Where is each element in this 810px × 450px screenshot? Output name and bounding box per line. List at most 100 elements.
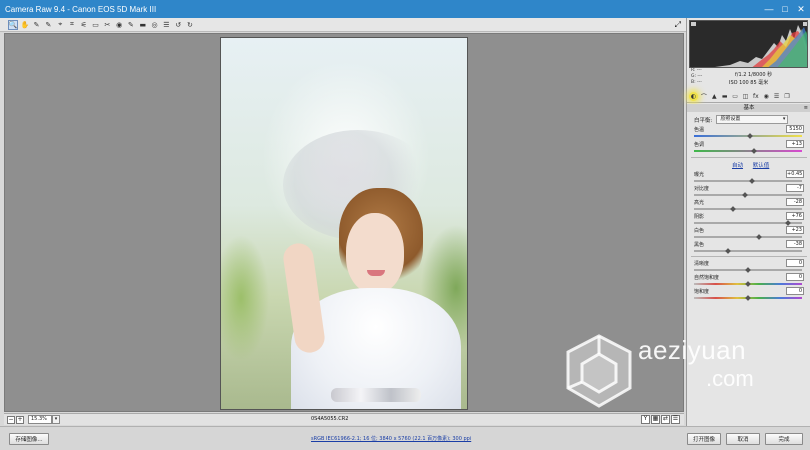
zoom-tool-icon[interactable]: 🔍: [8, 19, 18, 30]
slider-label: 阴影: [694, 214, 705, 220]
window-title: Camera Raw 9.4 - Canon EOS 5D Mark III: [5, 4, 157, 14]
slider-label: 对比度: [694, 186, 710, 192]
transform-tool-icon[interactable]: ▭: [91, 20, 101, 30]
slider-label: 饱和度: [694, 289, 710, 295]
camera-calibration-tab-icon[interactable]: ◉: [762, 92, 771, 101]
before-after-icon[interactable]: ▦: [651, 415, 660, 424]
slider-track[interactable]: [694, 250, 802, 252]
fullscreen-icon[interactable]: ⤢: [675, 20, 681, 30]
slider-thumb[interactable]: [742, 192, 748, 198]
slider-value-input[interactable]: 0: [786, 259, 804, 267]
slider-label: 白色: [694, 228, 705, 234]
tone-curve-tab-icon[interactable]: ⌒: [699, 92, 708, 101]
logo-cube-icon: [566, 334, 632, 408]
section-header: 基本 ≡: [687, 104, 810, 112]
file-name: 0S4A5055.CR2: [311, 416, 349, 422]
close-button[interactable]: ✕: [794, 2, 808, 16]
basic-tab-icon[interactable]: ◐: [689, 91, 698, 101]
slider-value-input[interactable]: -7: [786, 184, 804, 192]
rotate-ccw-icon[interactable]: ↺: [173, 20, 183, 30]
photo-preview[interactable]: [220, 37, 468, 410]
slider-label: 曝光: [694, 172, 705, 178]
done-button[interactable]: 完成: [765, 433, 803, 445]
lens-tab-icon[interactable]: ◫: [741, 92, 750, 101]
zoom-dropdown[interactable]: ▾: [52, 415, 60, 424]
rotate-cw-icon[interactable]: ↻: [185, 20, 195, 30]
slider-label: 色温: [694, 127, 705, 133]
detail-tab-icon[interactable]: ▲: [710, 92, 719, 101]
slider-value-input[interactable]: +0.45: [786, 170, 804, 178]
slider-label: 色调: [694, 142, 705, 148]
presets-tab-icon[interactable]: ☰: [772, 92, 781, 101]
red-eye-tool-icon[interactable]: ◉: [114, 20, 124, 30]
zoom-level[interactable]: 15.3%: [28, 415, 52, 424]
slider-thumb[interactable]: [784, 220, 791, 226]
slider-shadows[interactable]: 阴影 +76: [694, 212, 808, 227]
hsl-tab-icon[interactable]: ▬: [720, 92, 729, 101]
split-toning-tab-icon[interactable]: ▭: [731, 92, 740, 101]
slider-track[interactable]: [694, 150, 802, 152]
status-row: − + 15.3% ▾ 0S4A5055.CR2 Y ▦ ⇄ ☰: [4, 413, 684, 425]
preferences-icon[interactable]: ☰: [161, 20, 171, 30]
slider-exposure[interactable]: 曝光 +0.45: [694, 170, 808, 185]
swap-icon[interactable]: ⇄: [661, 415, 670, 424]
slider-track[interactable]: [694, 208, 802, 210]
section-menu-icon[interactable]: ≡: [804, 104, 808, 112]
white-balance-tool-icon[interactable]: ✎: [32, 20, 42, 30]
white-balance-select[interactable]: 原照设置 ▾: [716, 115, 789, 124]
watermark-logo: aeziyuan .com: [566, 332, 806, 412]
crop-tool-icon[interactable]: ⌗: [67, 20, 77, 30]
cancel-button[interactable]: 取消: [726, 433, 760, 445]
open-image-button[interactable]: 打开图像: [687, 433, 721, 445]
slider-tint[interactable]: 色调 +13: [694, 140, 808, 155]
adjustment-brush-tool-icon[interactable]: ✎: [126, 20, 136, 30]
color-sampler-tool-icon[interactable]: ✎: [43, 20, 53, 30]
photo-belt: [331, 388, 421, 402]
slider-value-input[interactable]: -38: [786, 240, 804, 248]
zoom-out-button[interactable]: −: [7, 415, 15, 424]
radial-filter-tool-icon[interactable]: ◎: [150, 20, 160, 30]
slider-track[interactable]: [694, 236, 802, 238]
slider-value-input[interactable]: 0: [786, 273, 804, 281]
slider-vibrance[interactable]: 自然饱和度 0: [694, 273, 808, 288]
spot-removal-tool-icon[interactable]: ✂: [102, 20, 112, 30]
histogram: [689, 20, 808, 68]
slider-saturation[interactable]: 饱和度 0: [694, 287, 808, 302]
slider-value-input[interactable]: 0: [786, 287, 804, 295]
targeted-adjustment-tool-icon[interactable]: ⌖: [55, 20, 65, 30]
slider-whites[interactable]: 白色 +23: [694, 226, 808, 241]
slider-label: 黑色: [694, 242, 705, 248]
straighten-tool-icon[interactable]: ⚟: [79, 20, 89, 30]
tool-bar: 🔍 ✋ ✎ ✎ ⌖ ⌗ ⚟ ▭ ✂ ◉ ✎ ▬ ◎ ☰ ↺ ↻ ⤢: [0, 18, 686, 32]
slider-highlights[interactable]: 高光 -28: [694, 198, 808, 213]
slider-temperature[interactable]: 色温 5150: [694, 125, 808, 140]
r-readout: R: ---: [691, 68, 702, 73]
default-link[interactable]: 默认值: [753, 163, 770, 169]
auto-default-links: 自动 默认值: [732, 161, 777, 169]
slider-blacks[interactable]: 黑色 -38: [694, 240, 808, 255]
slider-contrast[interactable]: 对比度 -7: [694, 184, 808, 199]
slider-label: 清晰度: [694, 261, 710, 267]
slider-value-input[interactable]: +23: [786, 226, 804, 234]
white-balance-value: 原照设置: [720, 116, 741, 122]
snapshots-tab-icon[interactable]: ❐: [783, 92, 792, 101]
auto-link[interactable]: 自动: [732, 163, 743, 169]
effects-tab-icon[interactable]: fx: [751, 92, 760, 101]
save-image-button[interactable]: 存储图像...: [9, 433, 49, 445]
workflow-options-link[interactable]: sRGB IEC61966-2.1; 16 位; 3840 x 5760 (22…: [311, 435, 471, 442]
title-bar: Camera Raw 9.4 - Canon EOS 5D Mark III —…: [0, 0, 810, 18]
filter-icon[interactable]: Y: [641, 415, 650, 424]
settings-icon[interactable]: ☰: [671, 415, 680, 424]
minimize-button[interactable]: —: [762, 2, 776, 16]
slider-value-input[interactable]: +13: [786, 140, 804, 148]
slider-value-input[interactable]: -28: [786, 198, 804, 206]
slider-clarity[interactable]: 清晰度 0: [694, 259, 808, 274]
graduated-filter-tool-icon[interactable]: ▬: [138, 20, 148, 30]
slider-value-input[interactable]: 5150: [786, 125, 804, 133]
zoom-in-button[interactable]: +: [16, 415, 24, 424]
slider-value-input[interactable]: +76: [786, 212, 804, 220]
watermark-domain: .com: [706, 366, 754, 391]
watermark-text: aeziyuan: [638, 335, 747, 365]
hand-tool-icon[interactable]: ✋: [20, 20, 30, 30]
maximize-button[interactable]: □: [778, 2, 792, 16]
